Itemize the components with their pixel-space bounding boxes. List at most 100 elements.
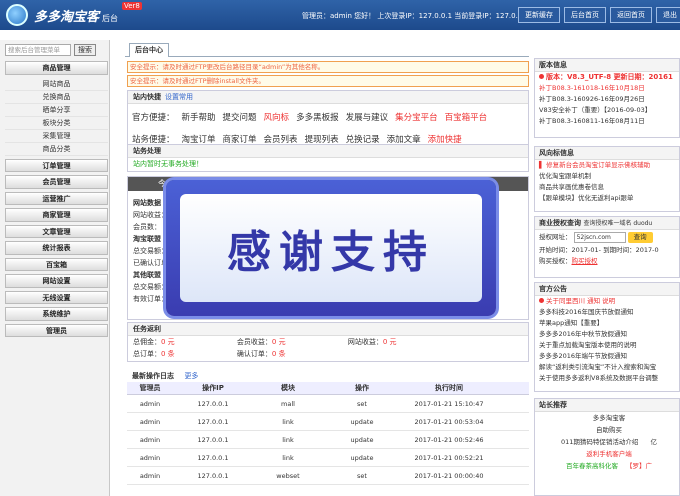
menu-group-merchants[interactable]: 商家管理 <box>5 208 108 222</box>
auth-buy-link[interactable]: 购买授权 <box>572 257 598 265</box>
menu-group-orders[interactable]: 订单管理 <box>5 158 108 172</box>
cell-time: 2017-01-21 00:53:04 <box>414 418 484 426</box>
update-cache-button[interactable]: 更新缓存 <box>518 7 560 23</box>
notice-item[interactable]: 多多多2016年端午节放假通知 <box>535 351 679 362</box>
wind-item[interactable]: ▌ 修复新台会员淘宝订单显示佛核辅助 <box>535 160 679 171</box>
menu-search-button[interactable]: 搜索 <box>74 44 96 56</box>
menu-item-exchange-goods[interactable]: 兑换商品 <box>5 91 108 104</box>
task-member-value: 0 元 <box>271 338 286 346</box>
site-home-button[interactable]: 返回首页 <box>610 7 652 23</box>
recommend-item[interactable]: 011期猜码特促销活动介绍 <box>561 438 638 446</box>
cell-module: mall <box>281 400 295 408</box>
wind-item[interactable]: 【跟单模块】优化无返利api跟单 <box>535 193 679 204</box>
notice-item[interactable]: 苹果app通知【重要】 <box>535 318 679 329</box>
version-item[interactable]: 补丁B08.3-160811-16年08月11日 <box>535 116 679 127</box>
menu-item-goods-category[interactable]: 商品分类 <box>5 143 108 156</box>
recommend-item[interactable]: 自助购买 <box>535 424 679 436</box>
menu-group-site-settings[interactable]: 网站设置 <box>5 274 108 288</box>
cell-ip: 127.0.0.1 <box>197 472 229 480</box>
menu-item-site-goods[interactable]: 网站商品 <box>5 78 108 91</box>
sidebar: 搜索后台管理菜单 搜索 商品管理 网站商品 兑换商品 晒单分享 板块分类 采集管… <box>0 40 110 496</box>
cell-ip: 127.0.0.1 <box>197 454 229 462</box>
version-item[interactable]: 补丁B08.3-160926-16年09月26日 <box>535 94 679 105</box>
cell-admin: admin <box>139 400 161 408</box>
sidebar-menu: 商品管理 网站商品 兑换商品 晒单分享 板块分类 采集管理 商品分类 订单管理 … <box>5 61 108 340</box>
recommend-item[interactable]: 百年春茶高科化客 <box>566 462 618 470</box>
tab-admin-center[interactable]: 后台中心 <box>129 43 169 57</box>
wind-title: 风向标信息 <box>535 147 679 160</box>
menu-group-toolbox[interactable]: 百宝箱 <box>5 257 108 271</box>
notice-panel: 官方公告 关于同里西川 通知 说明 多多科技2016年国庆节放假通知 苹果app… <box>534 282 680 392</box>
admin-info: 管理员：admin 您好！ 上次登录IP：127.0.0.1 当前登录IP：12… <box>302 12 529 20</box>
link-jfb[interactable]: 集分宝平台 <box>395 113 438 123</box>
col-module: 模块 <box>281 384 295 392</box>
col-ip: 操作IP <box>202 384 224 392</box>
cell-admin: admin <box>139 436 161 444</box>
log-more-link[interactable]: 更多 <box>184 372 198 380</box>
menu-group-promotion[interactable]: 运营推广 <box>5 191 108 205</box>
menu-item-share[interactable]: 晒单分享 <box>5 104 108 117</box>
link-help[interactable]: 新手帮助 <box>182 113 216 123</box>
cell-ip: 127.0.0.1 <box>197 400 229 408</box>
task-commission-value: 0 元 <box>161 338 175 346</box>
notice-item[interactable]: 关于同里西川 通知 说明 <box>546 297 615 305</box>
menu-search-input[interactable]: 搜索后台管理菜单 <box>5 44 71 56</box>
logo: 多多淘宝客 后台 Ver8 <box>6 2 142 26</box>
version-line: 版本：V8.3_UTF-8 更新日期：20161 <box>546 73 673 81</box>
task-orders-label: 总订单： <box>133 350 161 358</box>
right-column: 版本信息 版本：V8.3_UTF-8 更新日期：20161 补丁B08.3-16… <box>534 40 680 496</box>
set-shortcuts-link[interactable]: 设置常用 <box>165 93 193 101</box>
menu-group-goods[interactable]: 商品管理 <box>5 61 108 75</box>
task-panel: 任务返利 总佣金：0 元 会员收益：0 元 网站收益：0 元 总订单：0 条 确… <box>127 322 529 362</box>
version-item[interactable]: V83安全补丁（重要）【2016-09-03】 <box>535 105 679 116</box>
menu-group-reports[interactable]: 统计报表 <box>5 241 108 255</box>
process-text: 站内暂时无事务处理！ <box>133 160 203 168</box>
notice-item[interactable]: 解读“返利类引流淘宝”不计入搜索和淘宝 <box>535 362 679 373</box>
menu-group-articles[interactable]: 文章管理 <box>5 224 108 238</box>
version-title: 版本信息 <box>535 59 679 72</box>
logout-button[interactable]: 退出 <box>656 7 680 23</box>
recommend-item[interactable]: 多多淘宝客 <box>535 412 679 424</box>
menu-item-collect[interactable]: 采集管理 <box>5 130 108 143</box>
link-suggestion[interactable]: 发展与建议 <box>346 113 389 123</box>
auth-query-button[interactable]: 查询 <box>627 232 653 243</box>
log-table-header: 管理员 操作IP 模块 操作 执行时间 <box>127 382 529 395</box>
table-row: admin 127.0.0.1 webset set 2017-01-21 00:00:… <box>127 467 529 485</box>
recommend-panel: 站长推荐 多多淘宝客 自助购买 011期猜码特促销活动介绍 亿 返利手机客户端 … <box>534 398 680 496</box>
table-row: admin 127.0.0.1 link update 2017-01-21 00:52… <box>127 449 529 467</box>
auth-domain-input[interactable]: 52jscn.com <box>573 231 626 243</box>
link-blackboard[interactable]: 多多黑板报 <box>296 113 339 123</box>
task-confirmed-label: 确认订单： <box>236 350 272 358</box>
logo-icon <box>6 4 28 26</box>
notice-item[interactable]: 多多科技2016年国庆节放假通知 <box>535 307 679 318</box>
menu-group-members[interactable]: 会员管理 <box>5 175 108 189</box>
version-item[interactable]: 补丁B08.3-161018-16年10月18日 <box>535 83 679 94</box>
link-wind[interactable]: 风向标 <box>264 113 290 123</box>
logo-text: 多多淘宝客 <box>34 9 100 25</box>
menu-group-maintenance[interactable]: 系统维护 <box>5 307 108 321</box>
recommend-side[interactable]: 【罗】广 <box>626 462 652 470</box>
recommend-title: 站长推荐 <box>535 399 679 412</box>
task-member-label: 会员收益： <box>236 338 272 346</box>
link-bbx[interactable]: 百宝箱平台 <box>445 113 488 123</box>
auth-title: 商业授权查询 <box>539 219 581 227</box>
menu-group-wireless[interactable]: 无线设置 <box>5 290 108 304</box>
link-submit-issue[interactable]: 提交问题 <box>223 113 257 123</box>
notice-item[interactable]: 关于使用多多返利V8系统及数据平台调整 <box>535 373 679 384</box>
cell-module: link <box>282 418 294 426</box>
menu-group-admins[interactable]: 管理员 <box>5 323 108 337</box>
notice-item[interactable]: 多多多2016年中秋节放假通知 <box>535 329 679 340</box>
recommend-item[interactable]: 返利手机客户端 <box>535 448 679 460</box>
recommend-side[interactable]: 亿 <box>651 438 658 446</box>
wind-item[interactable]: 商品共享画优惠卷信息 <box>535 182 679 193</box>
menu-item-board-category[interactable]: 板块分类 <box>5 117 108 130</box>
admin-home-button[interactable]: 后台首页 <box>564 7 606 23</box>
wind-item[interactable]: 优化淘宝跟单机制 <box>535 171 679 182</box>
auth-panel: 商业授权查询 查询授权唯一域名 duodu 授权网址： 52jscn.com 查… <box>534 216 680 278</box>
row1-label: 官方便捷： <box>132 113 175 123</box>
cell-time: 2017-01-21 15:10:47 <box>414 400 484 408</box>
notice-item[interactable]: 关于重点加载淘宝版本使用的说明 <box>535 340 679 351</box>
task-orders-value: 0 条 <box>161 350 175 358</box>
cell-admin: admin <box>139 418 161 426</box>
cell-module: webset <box>276 472 300 480</box>
